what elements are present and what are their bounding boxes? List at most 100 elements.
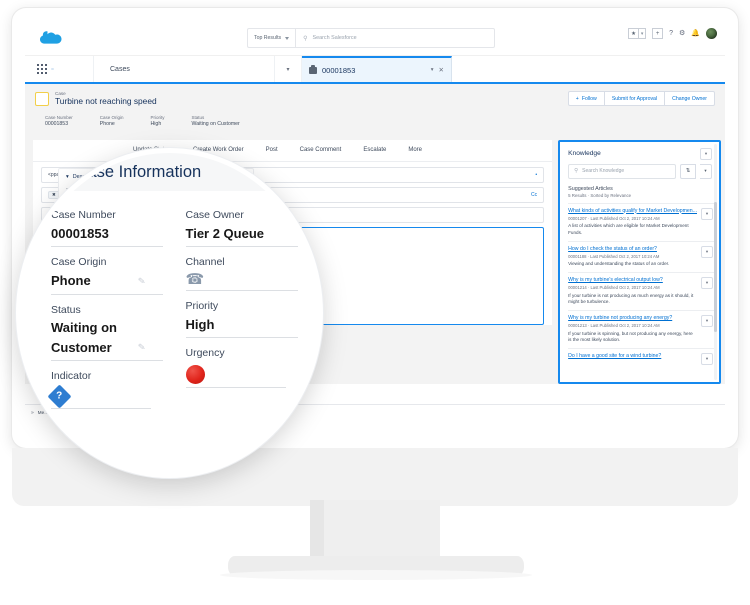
add-favorite-icon[interactable]: + (652, 28, 664, 39)
app-launcher-waffle-icon[interactable] (25, 56, 94, 82)
field-key: Priority (185, 300, 219, 312)
sort-icon[interactable]: ⇅ (680, 163, 696, 179)
list-item[interactable]: Why is my turbine not producing any ener… (568, 309, 716, 348)
field-value: High (185, 316, 215, 332)
article-summary: Viewing and understanding the status of … (568, 261, 670, 267)
field-value: Phone (99, 121, 115, 128)
nav-cases-chevron-down-icon[interactable]: ▾ (275, 56, 302, 82)
follow-button[interactable]: + Follow (567, 91, 605, 106)
action-more[interactable]: More (408, 147, 422, 153)
notifications-bell-icon[interactable]: 🔔 (691, 30, 700, 37)
article-menu-chevron-down-icon[interactable]: ▾ (701, 352, 713, 365)
salesforce-cloud-logo-icon[interactable] (36, 30, 66, 48)
highlight-field-case-origin: Case Origin Phone (100, 115, 124, 129)
action-escalate[interactable]: Escalate (363, 147, 386, 153)
phone-icon: ☎ (185, 271, 205, 288)
results-meta: 5 Results · Sorted by Relevance (568, 192, 632, 198)
knowledge-search-placeholder: Search Knowledge (582, 168, 625, 175)
setup-gear-icon[interactable]: ⚙ (679, 30, 685, 37)
knowledge-panel-header: Knowledge ▾ (560, 142, 719, 164)
field-value: 00001853 (45, 121, 69, 128)
search-scope-label: Top Results (254, 35, 282, 41)
help-diamond-icon: ? (47, 384, 72, 409)
article-title-link[interactable]: Why is my turbine not producing any ener… (568, 315, 697, 322)
change-owner-button[interactable]: Change Owner (664, 91, 715, 106)
cc-toggle[interactable]: Cc (531, 192, 537, 198)
field-key: Urgency (185, 347, 225, 360)
knowledge-panel-menu-chevron-down-icon[interactable]: ▾ (700, 147, 712, 160)
field-status[interactable]: Status Waiting on Customer ✎ (51, 303, 170, 362)
submit-for-approval-label: Submit for Approval (611, 95, 658, 102)
favorites-group[interactable]: ★ ▾ (628, 28, 647, 39)
app-name-placeholder (51, 67, 54, 71)
close-icon[interactable]: ✕ (439, 66, 444, 74)
field-case-origin[interactable]: Case Origin Phone ✎ (51, 255, 170, 295)
article-title-link[interactable]: Do I have a good site for a wind turbine… (568, 353, 697, 360)
field-underline (185, 337, 298, 339)
case-information-left-column: Case Number 00001853 Case Origin Phone ✎… (21, 208, 170, 417)
pencil-edit-icon[interactable]: ✎ (137, 342, 146, 354)
search-input[interactable]: ⚲ Search Salesforce (295, 28, 496, 48)
case-information-right-column: Case Owner Tier 2 Queue Channel ☎ Priori… (170, 208, 319, 417)
avatar[interactable] (706, 28, 717, 39)
case-information-section-header[interactable]: ▾ Case Information (21, 153, 318, 191)
record-highlight-fields: Case Number 00001853 Case Origin Phone P… (35, 107, 715, 136)
record-tab-00001853[interactable]: 00001853 ▾ ✕ (302, 56, 452, 82)
pencil-edit-icon[interactable]: ✎ (137, 275, 146, 287)
article-published-meta: 00001213 · Last Published Oct 2, 2017 10… (568, 323, 660, 329)
change-owner-label: Change Owner (672, 95, 707, 102)
magnified-case-information: ▾ Case Information Case Number 00001853 … (21, 153, 318, 473)
follow-button-label: Follow (581, 95, 597, 102)
field-indicator: Indicator ? (47, 369, 170, 409)
help-icon[interactable]: ? (669, 30, 673, 37)
field-key: Indicator (51, 370, 92, 383)
list-item[interactable]: Why is my turbine's electrical output lo… (568, 271, 716, 310)
field-underline (185, 387, 286, 388)
knowledge-search-row: ⚲ Search Knowledge ⇅ ▾ (560, 163, 719, 179)
nav-item-cases-label: Cases (110, 65, 130, 73)
page-title: Turbine not reaching speed (55, 96, 157, 107)
red-status-dot-icon (185, 365, 205, 384)
article-menu-chevron-down-icon[interactable]: ▾ (701, 207, 713, 220)
field-underline (185, 290, 298, 291)
article-menu-chevron-down-icon[interactable]: ▾ (701, 314, 713, 327)
knowledge-panel-title: Knowledge (568, 150, 601, 158)
field-value: Waiting on Customer (191, 121, 240, 128)
field-underline (51, 293, 163, 295)
article-summary: If your turbine is spinning, but not pro… (568, 330, 693, 343)
sort-chevron-down-icon[interactable]: ▾ (700, 163, 712, 179)
screenshot-stage: Top Results ⚲ Search Salesforce ★ ▾ + ? … (0, 0, 750, 605)
nav-item-cases[interactable]: Cases (94, 56, 275, 82)
highlight-field-priority: Priority High (151, 115, 165, 129)
list-item[interactable]: How do I check the status of an order? 0… (568, 240, 716, 272)
chevron-down-icon (285, 36, 290, 40)
field-key: Case Owner (185, 209, 244, 221)
knowledge-scrollbar-thumb[interactable] (714, 201, 717, 332)
favorites-list-icon[interactable]: ▾ (638, 28, 647, 39)
article-title-link[interactable]: What kinds of activities qualify for Mar… (568, 208, 697, 215)
field-key: Case Origin (51, 256, 107, 269)
search-icon: ⚲ (303, 35, 308, 42)
navigation-bar: Cases ▾ 00001853 ▾ ✕ (25, 56, 725, 84)
article-published-meta: 00001207 · Last Published Oct 2, 2017 10… (568, 215, 660, 221)
chevron-down-icon[interactable]: ▾ (431, 67, 434, 73)
case-briefcase-icon (309, 64, 317, 74)
list-item[interactable]: Do I have a good site for a wind turbine… (568, 347, 716, 369)
record-action-buttons: + Follow Submit for Approval Change Owne… (567, 91, 715, 106)
article-title-link[interactable]: How do I check the status of an order? (568, 246, 697, 253)
list-item[interactable]: What kinds of activities qualify for Mar… (568, 202, 716, 241)
favorites-star-icon[interactable]: ★ (628, 28, 639, 39)
case-information-fields: Case Number 00001853 Case Origin Phone ✎… (21, 191, 318, 417)
chevron-down-icon[interactable]: ▾ (59, 165, 67, 180)
article-menu-chevron-down-icon[interactable]: ▾ (701, 276, 713, 289)
submit-for-approval-button[interactable]: Submit for Approval (603, 91, 666, 106)
article-summary: If your turbine is not producing as much… (568, 292, 694, 305)
search-scope-selector[interactable]: Top Results (247, 28, 296, 48)
knowledge-search-input[interactable]: ⚲ Search Knowledge (568, 163, 676, 179)
article-title-link[interactable]: Why is my turbine's electrical output lo… (568, 277, 697, 284)
article-menu-chevron-down-icon[interactable]: ▾ (701, 245, 713, 258)
global-search[interactable]: Top Results ⚲ Search Salesforce (247, 28, 496, 48)
more-options-icon[interactable]: • (535, 172, 537, 178)
field-channel: Channel ☎ (185, 255, 319, 291)
case-information-title: Case Information (75, 162, 202, 181)
